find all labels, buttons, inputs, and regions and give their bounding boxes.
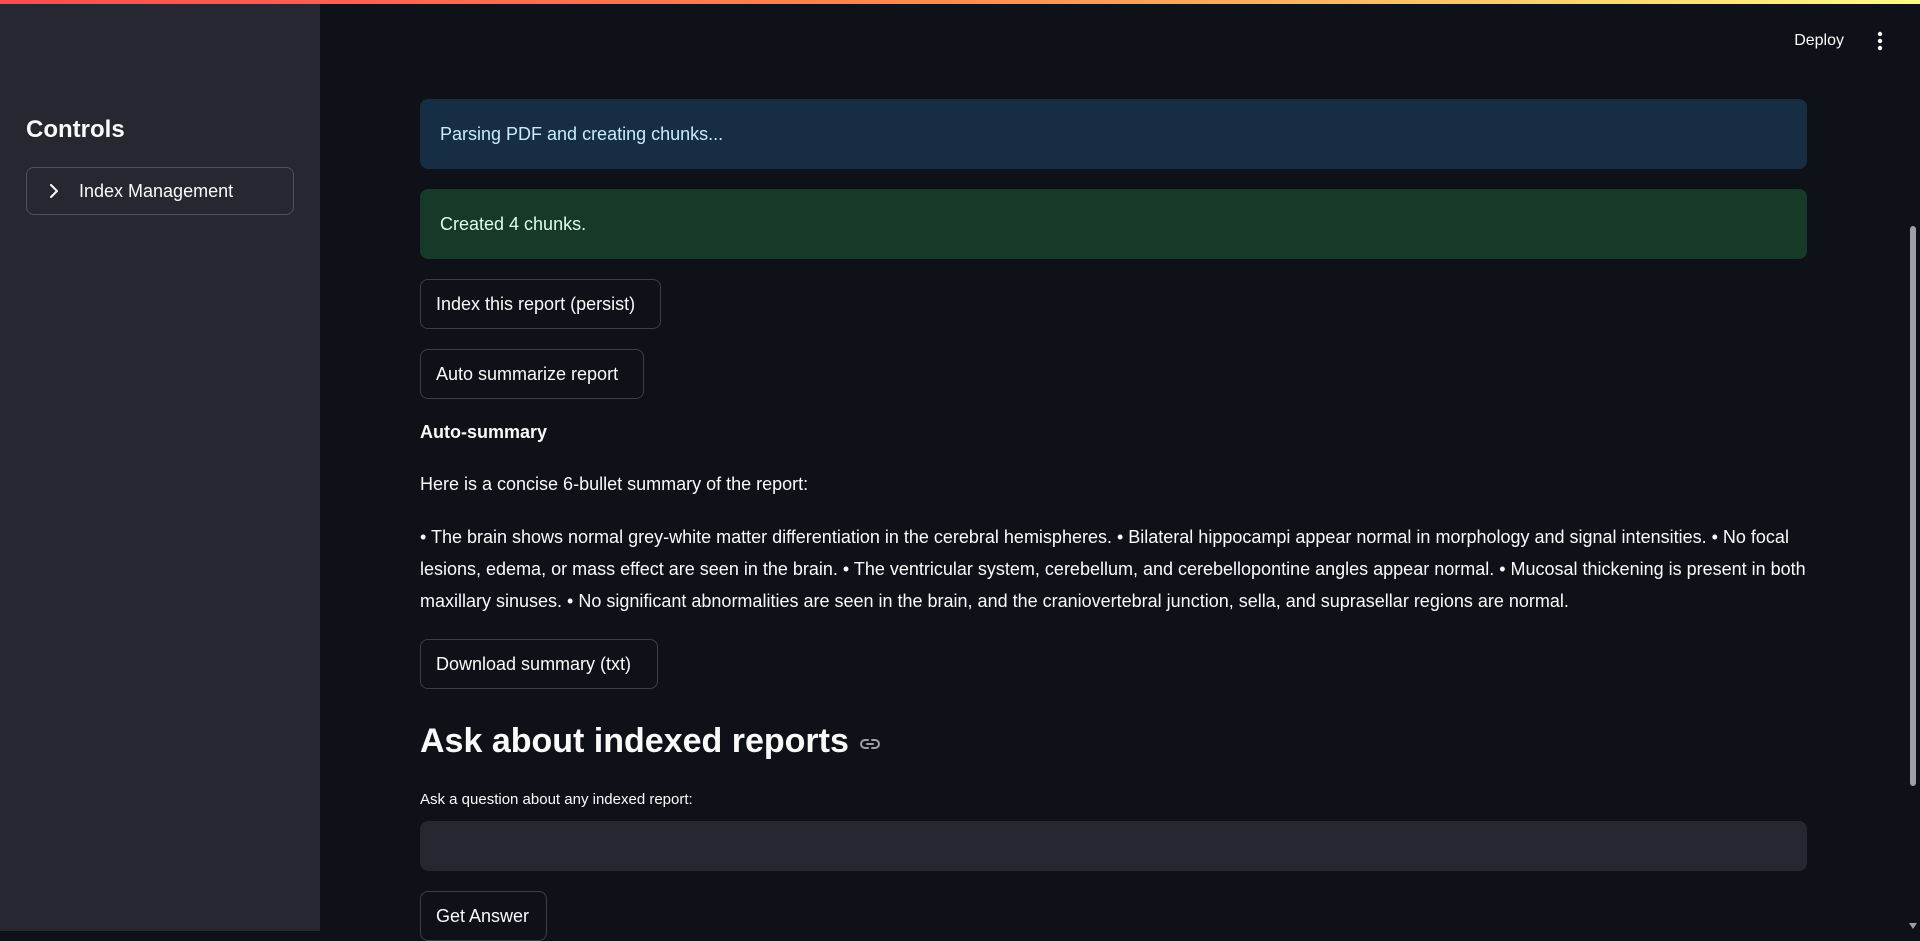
sidebar-title: Controls — [26, 116, 125, 143]
ask-section-title: Ask about indexed reports — [420, 722, 849, 760]
success-alert: Created 4 chunks. — [420, 189, 1807, 259]
scrollbar-thumb[interactable] — [1910, 226, 1916, 786]
main-content: Parsing PDF and creating chunks... Creat… — [420, 0, 1807, 941]
index-report-button[interactable]: Index this report (persist) — [420, 279, 661, 329]
scrollbar[interactable] — [1906, 0, 1920, 931]
question-label: Ask a question about any indexed report: — [420, 791, 693, 808]
summary-heading: Auto-summary — [420, 422, 548, 442]
download-summary-button[interactable]: Download summary (txt) — [420, 639, 658, 689]
info-alert: Parsing PDF and creating chunks... — [420, 99, 1807, 169]
top-decoration-stripe — [0, 0, 1920, 4]
question-input[interactable] — [420, 821, 1807, 871]
index-management-expander[interactable]: Index Management — [26, 167, 294, 215]
ask-section-heading: Ask about indexed reports — [420, 722, 881, 761]
link-icon[interactable] — [859, 737, 881, 751]
vertical-dots-icon[interactable] — [1870, 27, 1890, 55]
get-answer-button[interactable]: Get Answer — [420, 891, 547, 941]
expander-label: Index Management — [79, 180, 234, 201]
sidebar: Controls Index Management — [0, 0, 320, 931]
chevron-right-icon — [47, 184, 61, 198]
summary-intro: Here is a concise 6-bullet summary of th… — [420, 474, 809, 494]
scroll-down-arrow-icon[interactable] — [1909, 923, 1917, 929]
summary-text: • The brain shows normal grey-white matt… — [420, 527, 1806, 611]
auto-summarize-button[interactable]: Auto summarize report — [420, 349, 644, 399]
